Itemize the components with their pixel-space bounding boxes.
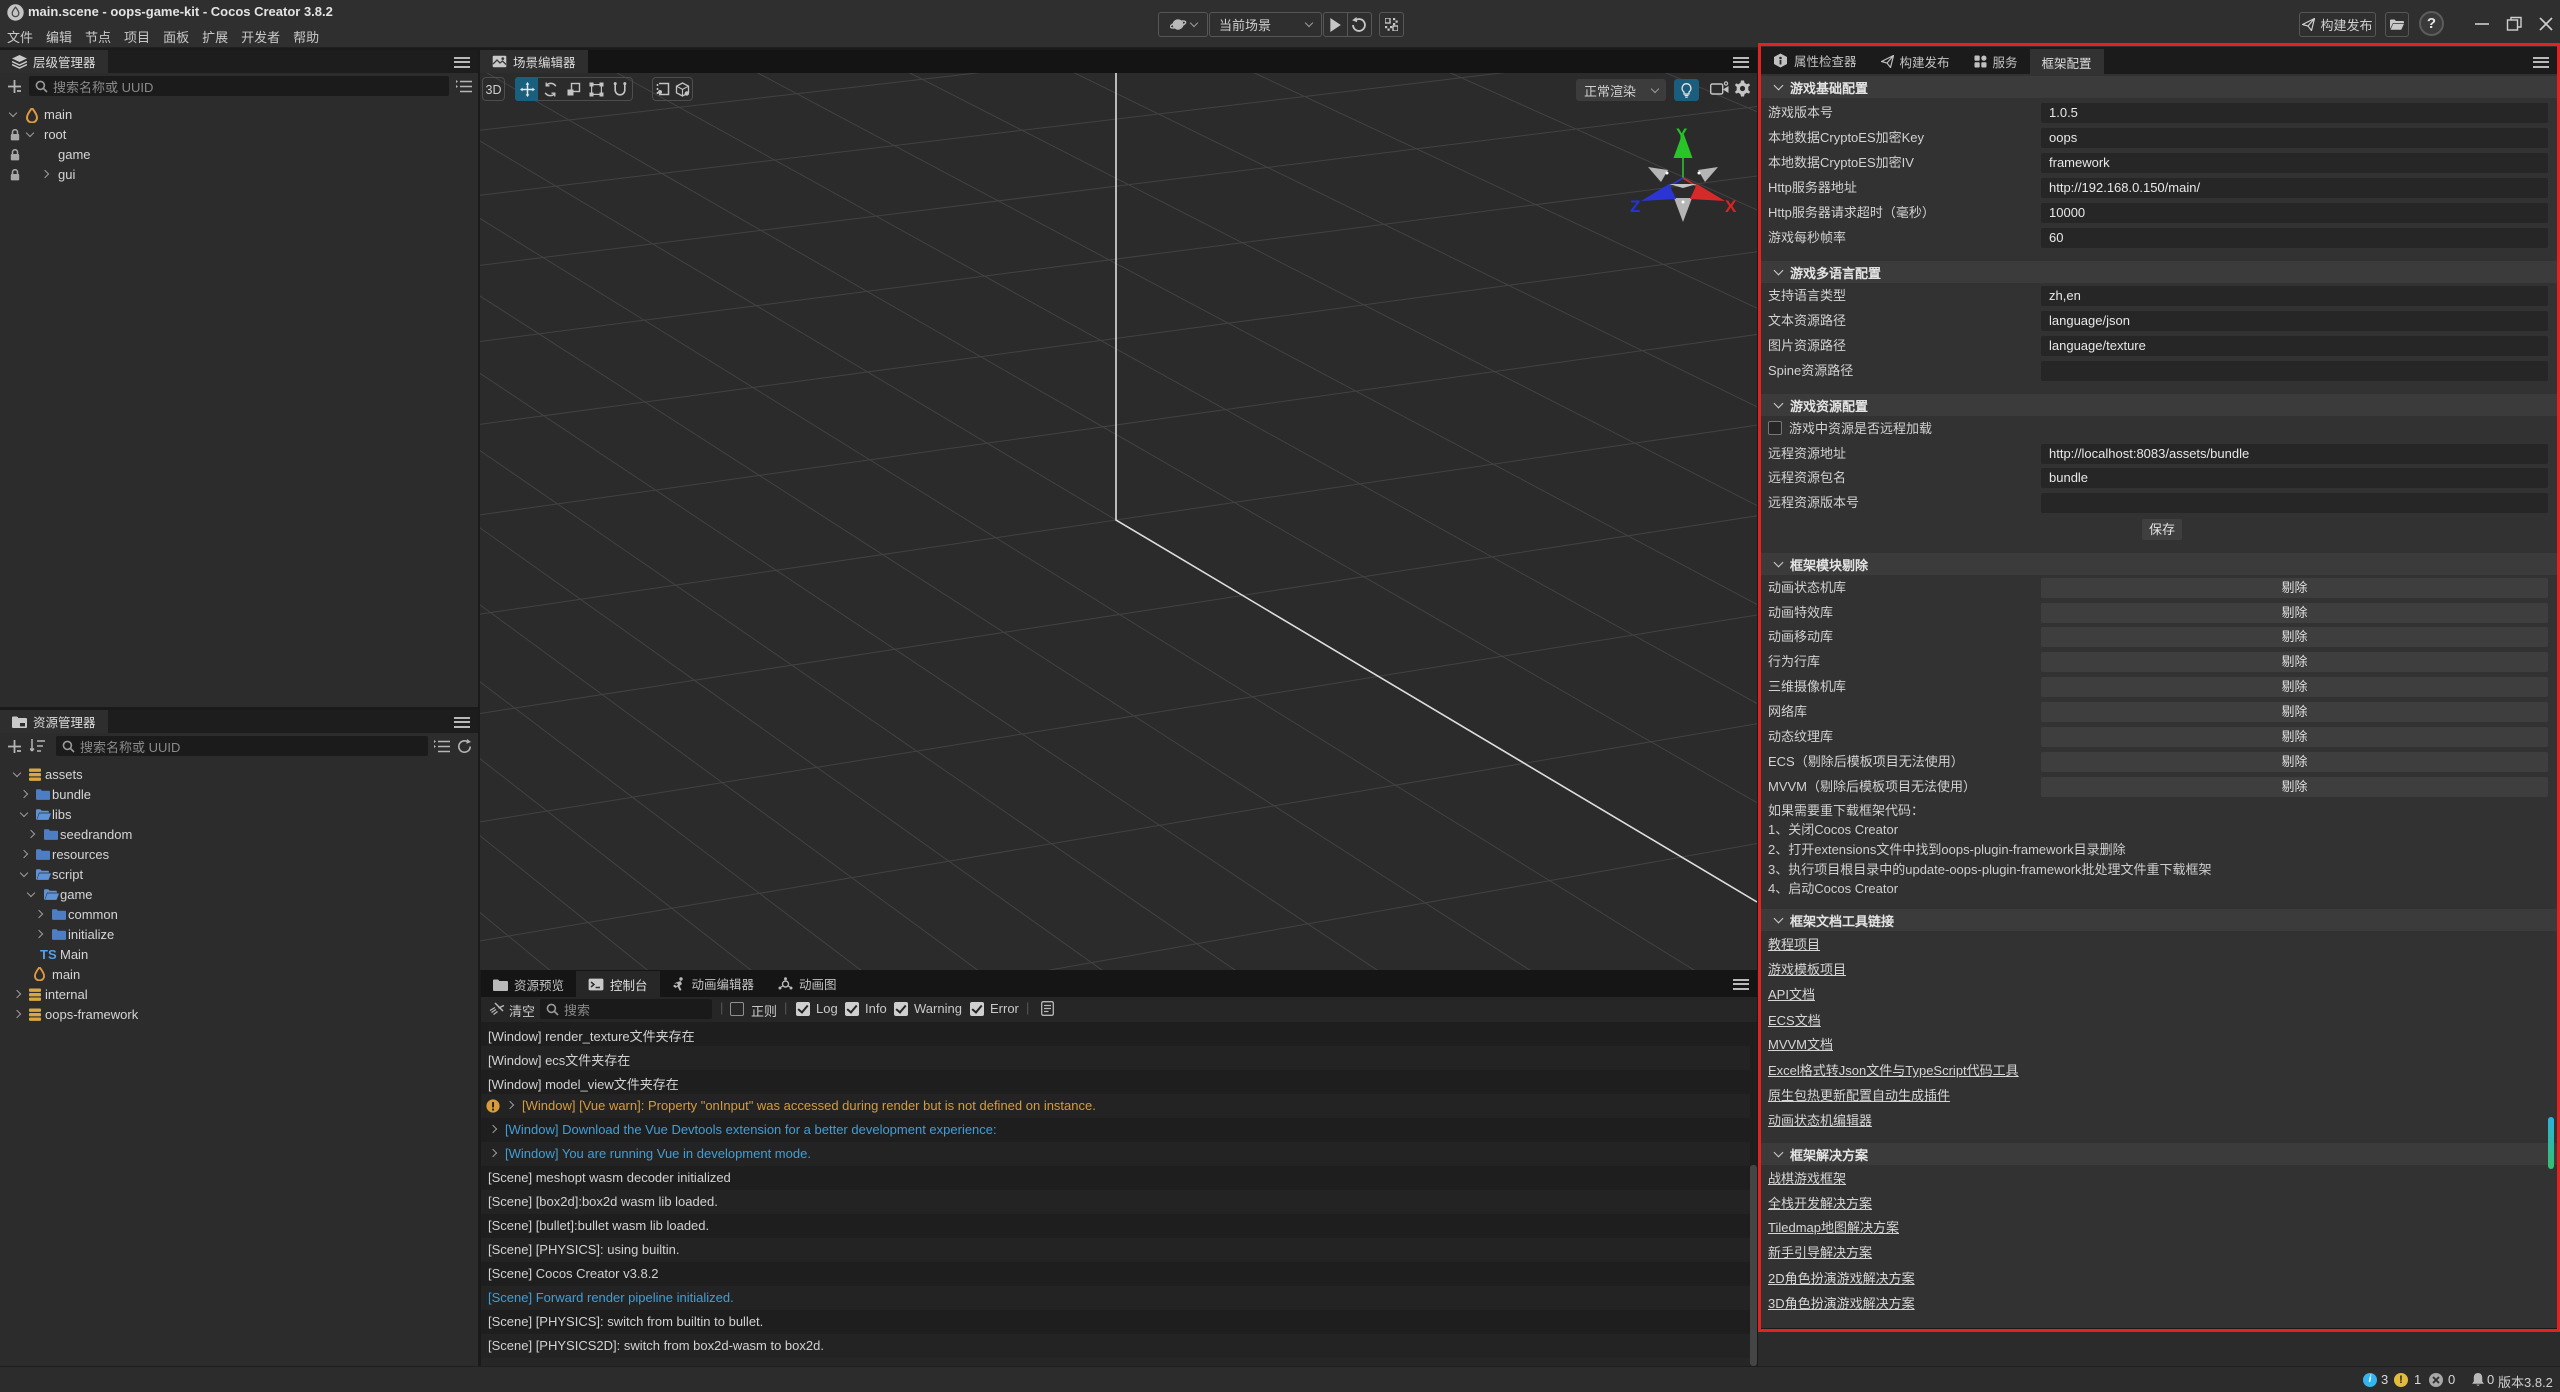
- svg-text:Y: Y: [1676, 125, 1688, 144]
- svg-text:X: X: [1725, 197, 1737, 216]
- svg-text:Z: Z: [1630, 197, 1640, 216]
